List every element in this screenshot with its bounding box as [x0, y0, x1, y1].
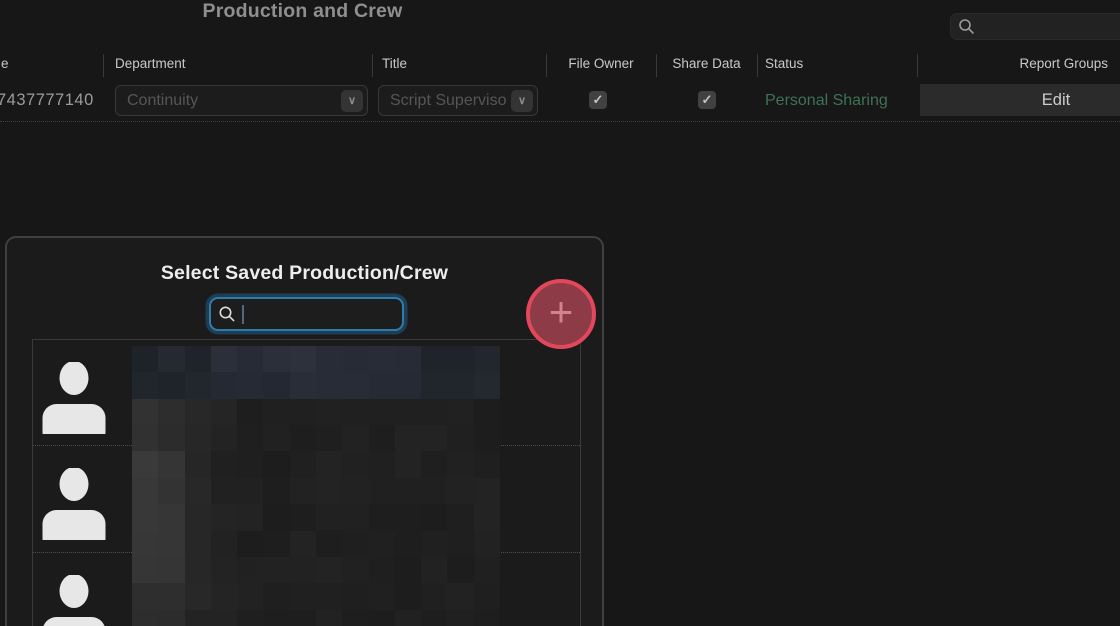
phone-value: 7437777140: [0, 91, 94, 110]
column-header-share-data: Share Data: [656, 56, 757, 76]
column-header-department: Department: [115, 56, 186, 76]
plus-icon: +: [549, 291, 574, 333]
global-search-field[interactable]: [950, 13, 1120, 40]
share-data-checkbox[interactable]: ✓: [698, 91, 716, 109]
person-icon: [42, 362, 106, 434]
page-title: Production and Crew: [0, 0, 605, 23]
column-header-phone: e: [1, 56, 9, 76]
dialog-title: Select Saved Production/Crew: [7, 262, 602, 285]
search-icon: [958, 18, 975, 35]
column-separator: [103, 54, 104, 77]
file-owner-checkbox[interactable]: ✓: [589, 91, 607, 109]
chevron-down-icon[interactable]: ∨: [341, 90, 363, 112]
column-header-status: Status: [765, 56, 803, 76]
chevron-down-icon[interactable]: ∨: [511, 90, 533, 112]
department-select-value: Continuity: [127, 92, 341, 110]
text-cursor: [242, 305, 244, 324]
edit-report-groups-button[interactable]: Edit: [920, 84, 1120, 116]
title-select[interactable]: Script Superviso ∨: [378, 85, 538, 116]
column-header-title: Title: [382, 56, 407, 76]
checkmark-icon: ✓: [702, 92, 713, 108]
column-header-file-owner: File Owner: [546, 56, 656, 76]
checkmark-icon: ✓: [593, 92, 604, 108]
add-production-crew-button[interactable]: +: [526, 279, 596, 349]
column-separator: [372, 54, 373, 77]
title-select-value: Script Superviso: [390, 92, 511, 110]
person-icon: [42, 468, 106, 540]
search-icon: [218, 305, 236, 323]
status-badge: Personal Sharing: [765, 92, 888, 110]
select-production-crew-dialog: Select Saved Production/Crew +: [5, 236, 604, 626]
column-header-report-groups: Report Groups: [917, 56, 1108, 76]
dialog-search-field[interactable]: [209, 297, 404, 331]
redacted-content-blur: [132, 346, 500, 626]
dialog-search-input[interactable]: [250, 306, 380, 323]
person-icon: [42, 575, 106, 626]
department-select[interactable]: Continuity ∨: [115, 85, 368, 116]
column-separator: [757, 54, 758, 77]
global-search-input[interactable]: [980, 19, 1120, 35]
